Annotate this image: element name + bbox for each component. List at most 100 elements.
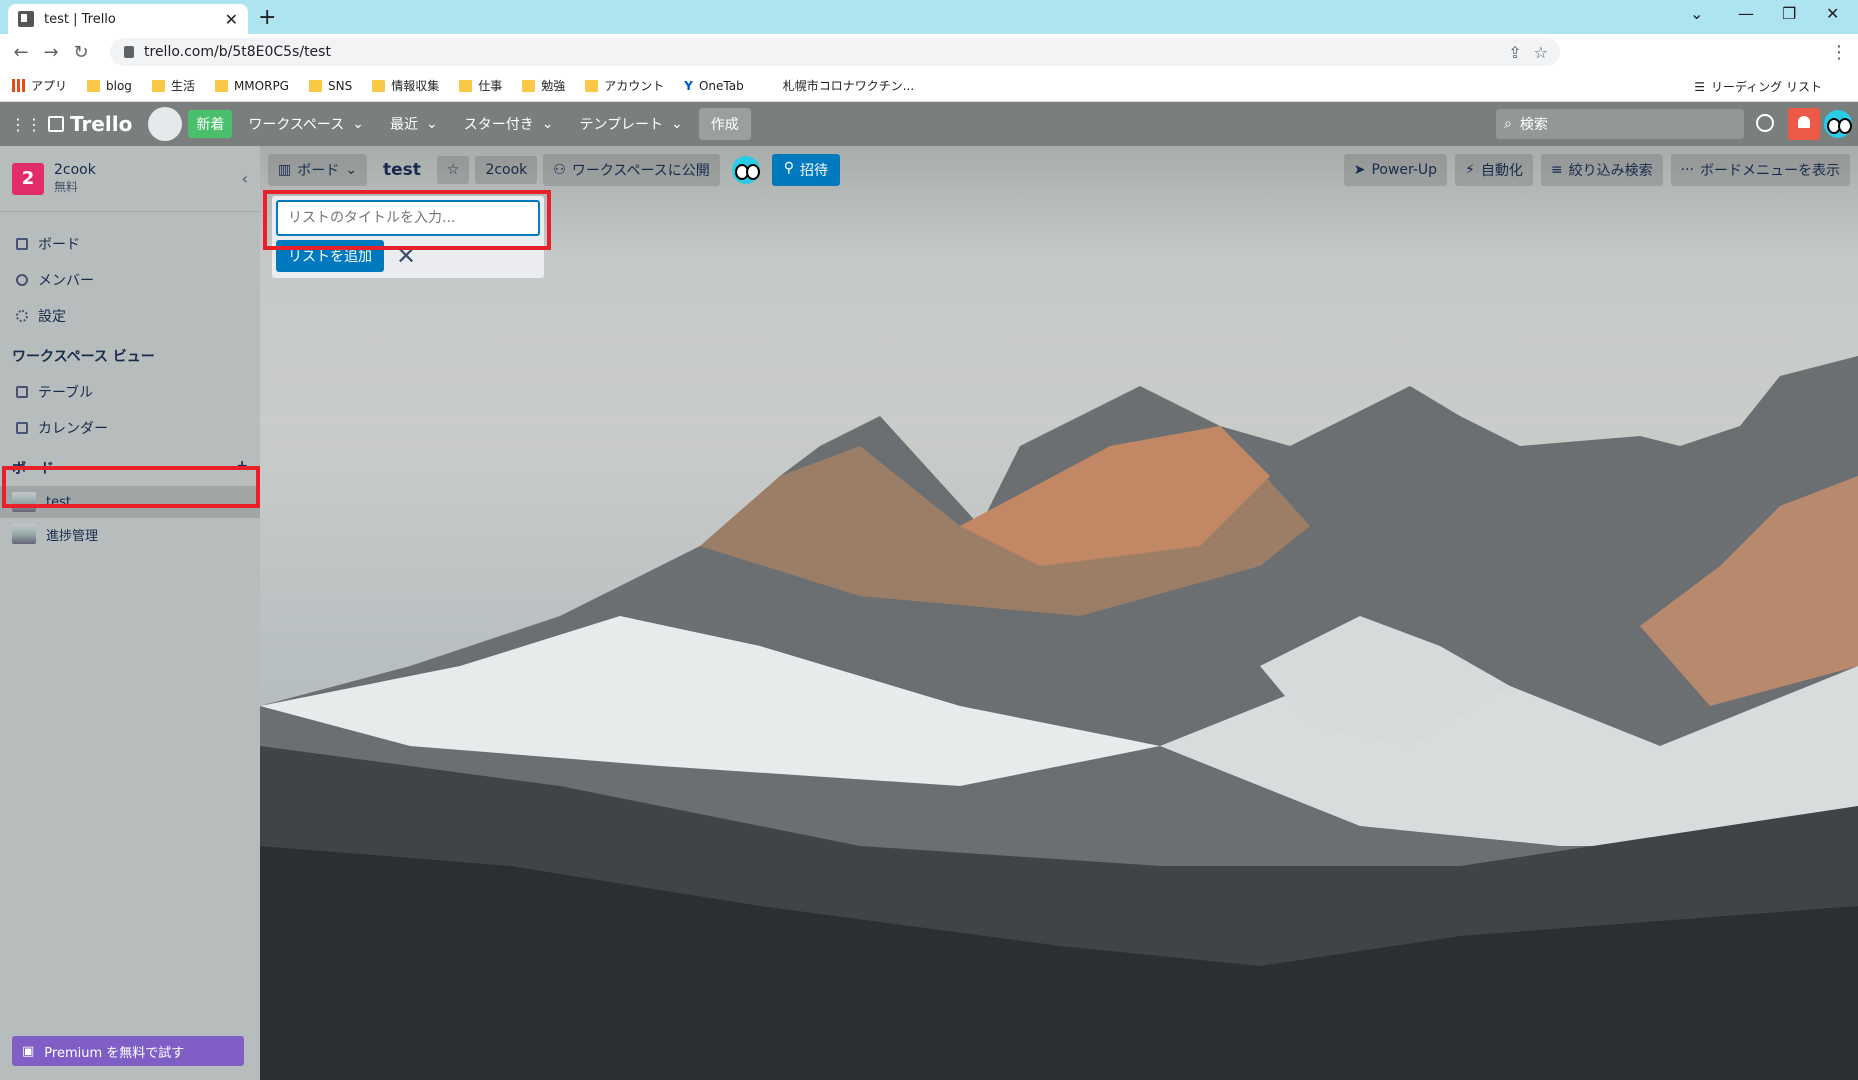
bookmark-folder[interactable]: 勉強 [522, 77, 565, 94]
back-icon[interactable]: ← [6, 42, 36, 63]
sidebar-item-table[interactable]: テーブル [0, 374, 260, 410]
menu-workspace[interactable]: ワークスペース ⌄ [238, 108, 374, 140]
info-icon[interactable] [1756, 114, 1774, 132]
folder-icon [522, 79, 536, 92]
board-background [260, 146, 1858, 1080]
bookmark-folder[interactable]: blog [87, 79, 132, 93]
menu-templates[interactable]: テンプレート ⌄ [569, 108, 692, 140]
bookmark-onetab[interactable]: Y OneTab [684, 79, 743, 93]
power-up-button[interactable]: ➤ Power-Up [1343, 154, 1448, 186]
workspace-views-heading: ワークスペース ビュー [12, 349, 155, 365]
tab-title: test | Trello [44, 11, 116, 27]
chrome-menu-icon[interactable]: ⋮ [1824, 42, 1854, 63]
mountain-background-image [260, 356, 1858, 1080]
create-button[interactable]: 作成 [698, 108, 751, 140]
calendar-icon [16, 422, 28, 434]
team-icon: ⚇ [553, 162, 566, 178]
browser-tab[interactable]: test | Trello ✕ [8, 4, 248, 34]
add-list-button[interactable]: リストを追加 [276, 240, 384, 272]
briefcase-icon: ▣ [22, 1043, 35, 1059]
board-title[interactable]: test [373, 156, 431, 184]
workspace-button[interactable]: 2cook [475, 156, 538, 184]
browser-tab-strip: test | Trello ✕ + ⌄ — ❐ ✕ [0, 0, 1858, 34]
folder-icon [585, 79, 599, 92]
search-input[interactable]: ⌕ 検索 [1496, 109, 1744, 139]
trello-favicon-icon [18, 11, 34, 27]
boards-heading: ボード + [12, 458, 248, 478]
collapse-sidebar-icon[interactable]: ‹ [242, 169, 248, 188]
member-avatar[interactable] [731, 156, 760, 184]
member-icon [16, 274, 28, 286]
bookmark-folder[interactable]: 生活 [151, 77, 195, 94]
chevron-down-icon: ⌄ [425, 116, 438, 132]
premium-trial-button[interactable]: ▣ Premium を無料で試す [12, 1036, 244, 1066]
bookmark-apps[interactable]: アプリ [12, 77, 67, 94]
lightning-icon: ⚡ [1465, 162, 1475, 178]
sidebar-item-settings[interactable]: 設定 [0, 298, 260, 334]
visibility-button[interactable]: ⚇ ワークスペースに公開 [543, 154, 720, 186]
tab-close-icon[interactable]: ✕ [225, 10, 238, 29]
user-avatar[interactable] [1824, 110, 1852, 138]
folder-icon [308, 79, 322, 92]
add-list-controls: リストを追加 ✕ [276, 240, 540, 272]
url-bar[interactable]: trello.com/b/5t8E0C5s/test ⇪ ☆ [110, 38, 1560, 66]
address-bar-row: ← → ↻ trello.com/b/5t8E0C5s/test ⇪ ☆ ⋮ [0, 34, 1858, 98]
menu-starred[interactable]: スター付き ⌄ [454, 108, 564, 140]
new-badge[interactable]: 新着 [188, 110, 233, 138]
star-board-icon[interactable]: ☆ [436, 156, 470, 184]
taco-mascot-icon [148, 107, 183, 141]
lock-icon [124, 46, 134, 58]
board-view-switcher[interactable]: ▥ ボード ⌄ [268, 154, 367, 186]
workspace-name[interactable]: 2cook [54, 162, 96, 178]
automation-button[interactable]: ⚡ 自動化 [1455, 154, 1533, 186]
sidebar-item-boards[interactable]: ボード [0, 226, 260, 262]
chevron-down-icon: ⌄ [352, 116, 364, 132]
reading-list[interactable]: ☰ リーディング リスト [1694, 78, 1822, 95]
bookmark-star-icon[interactable]: ☆ [1534, 43, 1548, 62]
filter-icon: ≡ [1550, 162, 1563, 178]
trello-logo[interactable]: Trello [48, 112, 132, 136]
list-title-input[interactable] [276, 200, 540, 236]
folder-icon [459, 79, 473, 92]
gear-icon [16, 310, 28, 322]
trello-header: ⋮⋮ Trello 新着 ワークスペース ⌄ 最近 ⌄ スター付き ⌄ テンプレート ⌄… [0, 102, 1858, 146]
reading-list-icon: ☰ [1694, 79, 1706, 94]
invite-button[interactable]: ⚲ 招待 [771, 154, 841, 186]
minimize-icon[interactable]: — [1738, 4, 1754, 23]
sidebar: 2 2cook 無料 ‹ ボード メンバー 設定 ワークスペース ビュー テーブ… [0, 146, 260, 1080]
add-board-plus-icon[interactable]: + [236, 458, 248, 478]
app-switcher-icon[interactable]: ⋮⋮ [10, 115, 42, 134]
notifications-bell-icon[interactable] [1788, 108, 1820, 140]
chevron-down-icon: ⌄ [671, 116, 683, 132]
rocket-icon: ➤ [1353, 162, 1366, 178]
apps-grid-icon [12, 79, 25, 92]
workspace-icon[interactable]: 2 [12, 162, 44, 195]
board-view-icon: ▥ [278, 162, 292, 178]
restore-icon[interactable]: ❐ [1782, 4, 1796, 23]
search-icon: ⌕ [1504, 116, 1512, 132]
folder-icon [214, 79, 228, 92]
board-header-right: ➤ Power-Up ⚡ 自動化 ≡ 絞り込み検索 ··· ボードメニューを表示 [1343, 154, 1850, 186]
filter-button[interactable]: ≡ 絞り込み検索 [1540, 154, 1663, 186]
bookmark-folder[interactable]: MMORPG [214, 79, 289, 93]
sidebar-board-progress[interactable]: 進捗管理 [0, 518, 260, 550]
menu-recent[interactable]: 最近 ⌄ [380, 108, 448, 140]
sidebar-item-members[interactable]: メンバー [0, 262, 260, 298]
bookmark-folder[interactable]: アカウント [585, 77, 664, 94]
bookmark-folder[interactable]: 情報収集 [372, 77, 439, 94]
onetab-icon: Y [684, 78, 693, 93]
bookmark-link[interactable]: 札幌市コロナワクチン... [764, 77, 914, 94]
forward-icon[interactable]: → [36, 42, 66, 63]
close-icon[interactable]: ✕ [396, 242, 416, 270]
new-tab-button[interactable]: + [258, 5, 276, 30]
window-close-icon[interactable]: ✕ [1826, 4, 1839, 23]
share-icon[interactable]: ⇪ [1508, 43, 1521, 62]
sidebar-item-calendar[interactable]: カレンダー [0, 410, 260, 446]
bookmarks-bar: アプリ blog 生活 MMORPG SNS 情報収集 仕事 勉強 アカウント … [0, 70, 1858, 102]
sidebar-board-test[interactable]: test [0, 486, 260, 518]
show-menu-button[interactable]: ··· ボードメニューを表示 [1670, 154, 1850, 186]
reload-icon[interactable]: ↻ [66, 42, 96, 63]
bookmark-folder[interactable]: 仕事 [459, 77, 502, 94]
bookmark-folder[interactable]: SNS [308, 79, 352, 93]
tab-search-icon[interactable]: ⌄ [1690, 4, 1703, 23]
